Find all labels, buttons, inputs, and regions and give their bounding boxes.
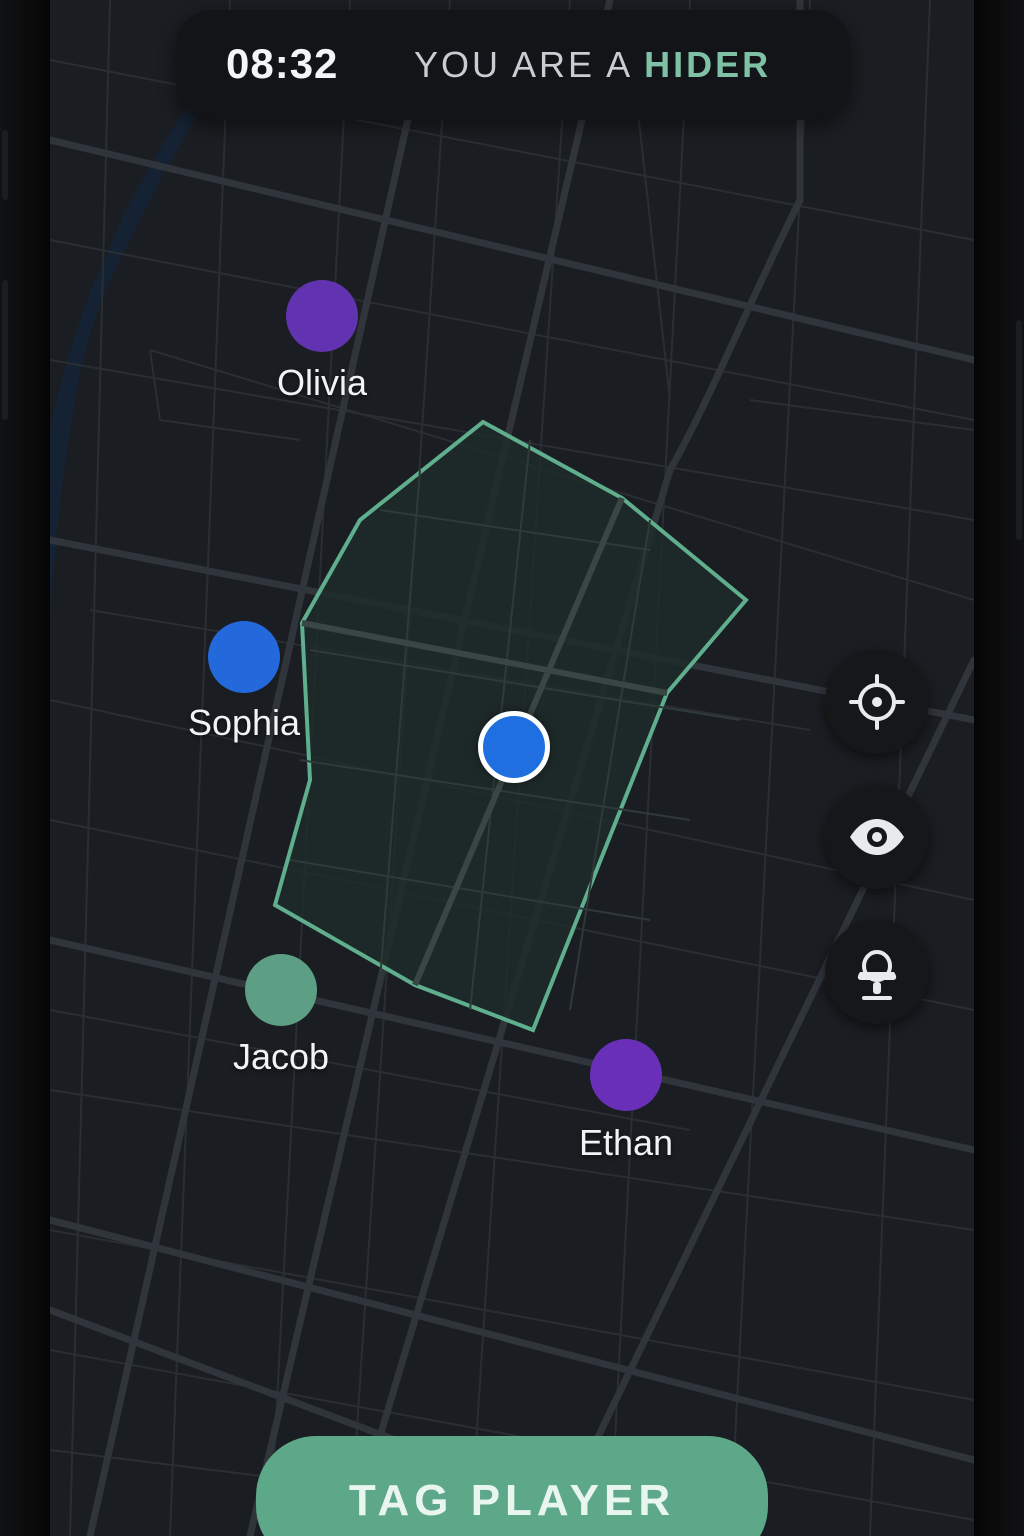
game-timer: 08:32 (226, 40, 339, 87)
player-marker-sophia[interactable] (208, 621, 280, 693)
game-screen: 08:32 YOU ARE A HIDER Olivia Sophia Jaco… (50, 0, 974, 1536)
role-value: HIDER (644, 44, 772, 85)
phone-bezel-right (974, 0, 1024, 1536)
side-button (2, 130, 8, 200)
player-marker-jacob[interactable] (245, 954, 317, 1026)
eye-icon (850, 819, 904, 855)
side-button (2, 280, 8, 420)
phone-device: 08:32 YOU ARE A HIDER Olivia Sophia Jaco… (0, 0, 1024, 1536)
tag-player-label: TAG PLAYER (348, 1476, 676, 1525)
player-label-jacob: Jacob (232, 1036, 330, 1077)
player-label-olivia: Olivia (276, 362, 368, 403)
recenter-button[interactable] (825, 650, 929, 754)
tag-player-button[interactable]: TAG PLAYER (256, 1436, 768, 1536)
role-prefix: YOU ARE A (414, 44, 645, 85)
hide-ability-button[interactable] (825, 920, 929, 1024)
side-button (1016, 320, 1022, 540)
visibility-button[interactable] (825, 785, 929, 889)
hider-avatar-icon (857, 950, 897, 1000)
role-indicator: YOU ARE A HIDER (414, 44, 771, 86)
player-label-sophia: Sophia (187, 702, 301, 743)
status-bar: 08:32 YOU ARE A HIDER (176, 10, 850, 120)
player-label-ethan: Ethan (578, 1122, 674, 1163)
player-marker-olivia[interactable] (286, 280, 358, 352)
player-marker-ethan[interactable] (590, 1039, 662, 1111)
crosshair-icon (849, 674, 905, 730)
phone-bezel-left (0, 0, 50, 1536)
my-location-marker (478, 711, 550, 783)
